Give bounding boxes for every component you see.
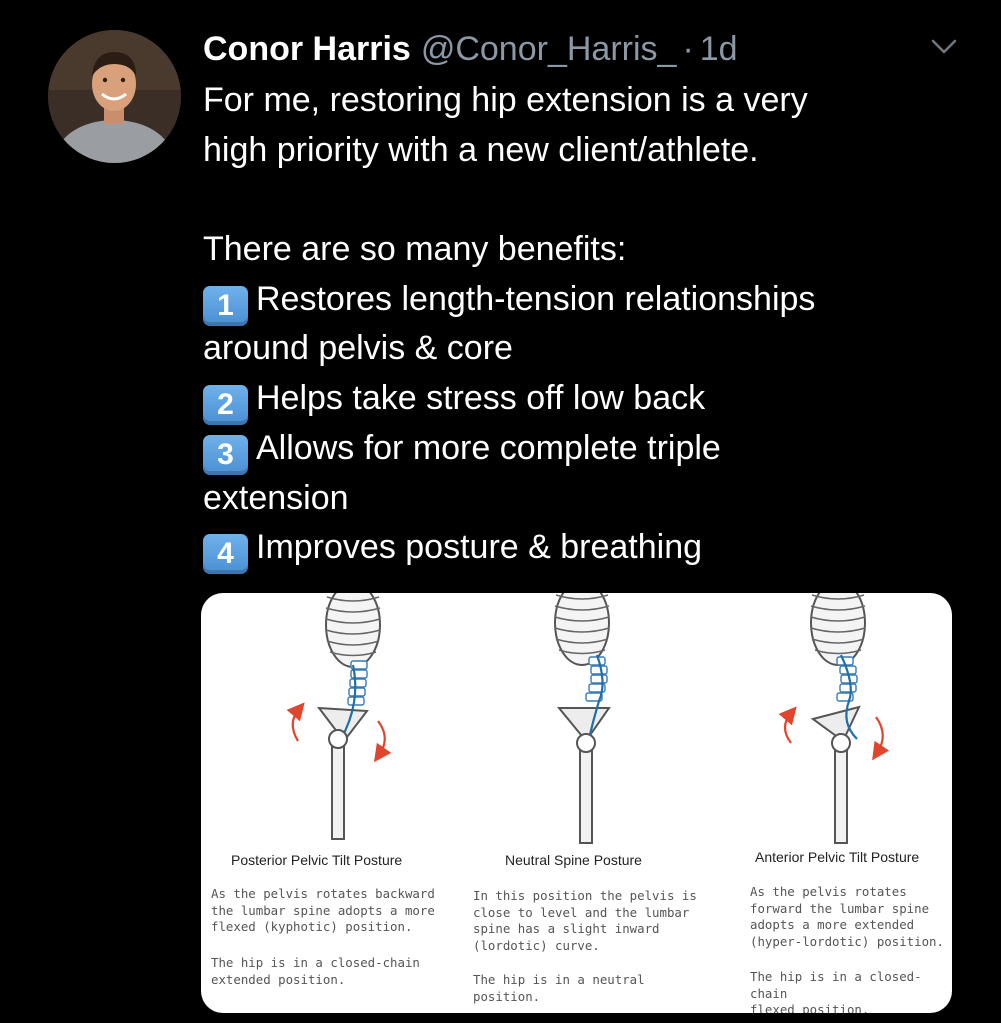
- anterior-tilt-figure: [778, 593, 890, 844]
- tweet-text-segment: around pelvis & core: [203, 329, 513, 368]
- keycap-4-icon: 4: [203, 534, 248, 575]
- tweet-text-line: extension: [203, 474, 973, 524]
- tweet-text-line: 4 Improves posture & breathing: [203, 523, 973, 575]
- tweet-header: Conor Harris @Conor_Harris_ · 1d: [203, 27, 738, 71]
- keycap-3-icon: 3: [203, 434, 248, 475]
- author-handle[interactable]: @Conor_Harris_: [421, 27, 677, 71]
- tweet-media-image[interactable]: Posterior Pelvic Tilt Posture As the pel…: [201, 593, 952, 1013]
- tweet-text-line: For me, restoring hip extension is a ver…: [203, 76, 973, 126]
- avatar-photo: [48, 30, 181, 163]
- panel-desc-anterior: As the pelvis rotates forward the lumbar…: [750, 884, 944, 949]
- tweet-text-line: 1 Restores length-tension relationships: [203, 275, 973, 326]
- separator-dot: ·: [682, 30, 694, 68]
- tweet-text-line: There are so many benefits:: [203, 225, 973, 275]
- panel-desc-posterior: As the pelvis rotates backward the lumba…: [211, 886, 435, 934]
- tweet-text-segment: Improves posture & breathing: [256, 528, 703, 567]
- panel-desc-neutral: In this position the pelvis is close to …: [473, 888, 697, 953]
- tweet-text-segment: For me, restoring hip extension is a ver…: [203, 81, 808, 119]
- tweet-text-line: high priority with a new client/athlete.: [203, 126, 973, 176]
- tweet-text-segment: extension: [203, 478, 349, 517]
- tweet-text-line: 3 Allows for more complete triple: [203, 424, 973, 475]
- tweet-text-segment: Allows for more complete triple: [256, 428, 721, 467]
- tweet-text-line: 2 Helps take stress off low back: [203, 374, 973, 426]
- keycap-2-icon: 2: [203, 385, 248, 426]
- panel-hip-anterior: The hip is in a closed-chain flexed posi…: [750, 969, 922, 1013]
- panel-title-neutral: Neutral Spine Posture: [505, 852, 642, 868]
- tweet-text-line: around pelvis & core: [203, 324, 973, 374]
- tweet-text: For me, restoring hip extension is a ver…: [203, 76, 973, 575]
- tweet-text-line: [203, 175, 973, 225]
- keycap-1-icon: 1: [203, 285, 248, 326]
- panel-title-anterior: Anterior Pelvic Tilt Posture: [755, 849, 920, 865]
- tweet-text-segment: There are so many benefits:: [203, 230, 627, 269]
- panel-hip-neutral: The hip is in a neutral position.: [473, 972, 645, 1004]
- tweet-text-segment: Helps take stress off low back: [256, 379, 706, 418]
- author-avatar[interactable]: [48, 30, 181, 163]
- panel-hip-posterior: The hip is in a closed-chain extended po…: [211, 955, 420, 987]
- tweet-timestamp[interactable]: 1d: [700, 27, 738, 71]
- chevron-down-icon[interactable]: [927, 33, 961, 61]
- tweet-text-segment: high priority with a new client/athlete.: [203, 130, 759, 169]
- panel-title-posterior: Posterior Pelvic Tilt Posture: [231, 852, 403, 868]
- neutral-spine-figure: [554, 593, 611, 844]
- tweet-text-segment: Restores length-tension relationships: [256, 279, 816, 318]
- posterior-tilt-figure: [286, 593, 392, 840]
- author-name[interactable]: Conor Harris: [203, 27, 411, 71]
